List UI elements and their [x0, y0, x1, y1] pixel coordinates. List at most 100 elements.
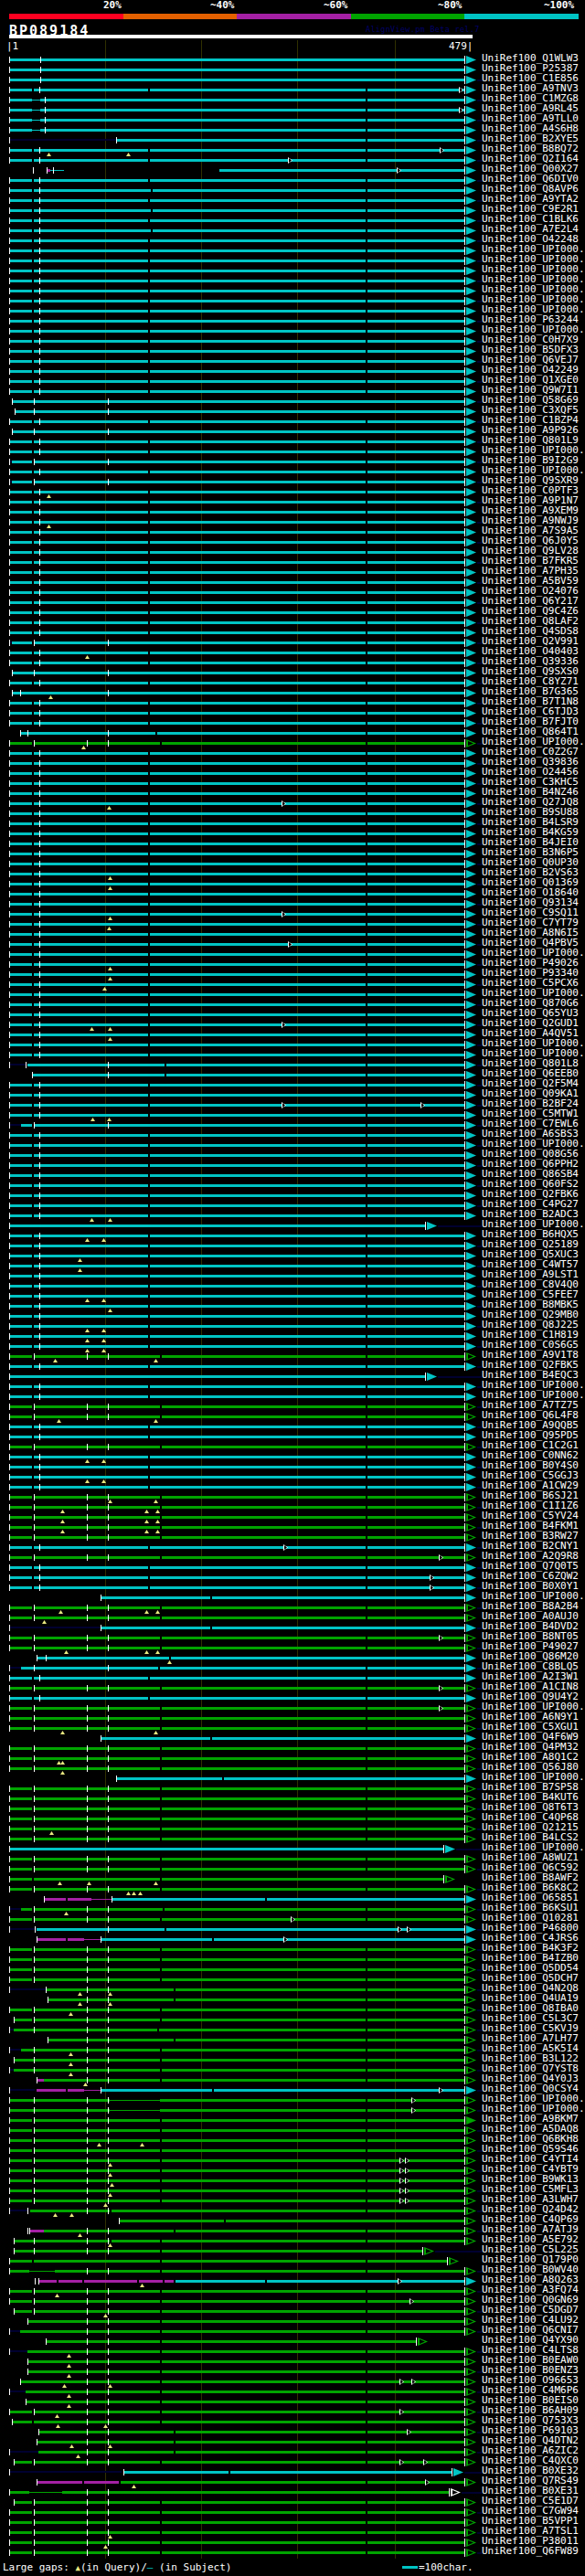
hit-bar[interactable]	[9, 1697, 464, 1700]
hit-bar[interactable]	[38, 2431, 464, 2433]
hit-bar[interactable]	[9, 119, 32, 122]
hit-bar[interactable]	[9, 1928, 35, 1930]
hit-bar[interactable]	[160, 2109, 464, 2112]
hit-bar[interactable]	[9, 2491, 29, 2494]
hit-bar[interactable]	[9, 682, 464, 684]
hit-bar[interactable]	[9, 1144, 464, 1147]
hit-bar[interactable]	[44, 2079, 464, 2082]
hit-bar[interactable]	[9, 189, 464, 192]
hit-bar[interactable]	[9, 802, 464, 805]
hit-bar[interactable]	[30, 2210, 464, 2212]
hit-bar[interactable]	[27, 2370, 464, 2373]
hit-bar[interactable]	[9, 1154, 464, 1157]
hit-bar[interactable]	[9, 2260, 447, 2263]
hit-bar[interactable]	[121, 2481, 464, 2484]
hit-bar[interactable]	[9, 1838, 464, 1840]
hit-bar[interactable]	[9, 2089, 35, 2091]
hit-bar[interactable]	[9, 1405, 464, 1408]
hit-bar[interactable]	[9, 1134, 464, 1137]
hit-bar[interactable]	[9, 1023, 464, 1026]
hit-bar[interactable]	[38, 2451, 464, 2454]
hit-bar[interactable]	[116, 139, 464, 142]
hit-bar[interactable]	[101, 1627, 464, 1629]
hit-bar[interactable]	[9, 1245, 464, 1247]
hit-bar[interactable]	[14, 2501, 464, 2504]
hit-bar[interactable]	[9, 631, 464, 634]
hit-bar[interactable]	[9, 1094, 464, 1097]
hit-bar-thin-gap[interactable]	[32, 100, 40, 101]
hit-bar[interactable]	[9, 1506, 464, 1509]
hit-bar[interactable]	[9, 370, 464, 373]
hit-bar[interactable]	[9, 2330, 20, 2332]
hit-bar[interactable]	[40, 99, 464, 101]
hit-bar[interactable]	[9, 2541, 464, 2544]
hit-bar[interactable]	[29, 2230, 44, 2232]
hit-bar[interactable]	[14, 2019, 464, 2021]
hit-bar[interactable]	[26, 2390, 464, 2393]
hit-bar[interactable]	[55, 2270, 464, 2273]
hit-bar[interactable]	[9, 1747, 464, 1750]
hit-bar[interactable]	[9, 1255, 464, 1257]
hit-bar[interactable]	[9, 2290, 464, 2293]
hit-bar[interactable]	[48, 2039, 464, 2041]
hit-bar[interactable]	[9, 290, 464, 292]
hit-bar[interactable]	[9, 350, 464, 353]
hit-bar[interactable]	[9, 1325, 464, 1328]
hit-bar[interactable]	[14, 2069, 464, 2072]
hit-bar[interactable]	[9, 1787, 464, 1790]
hit-bar[interactable]	[9, 1637, 464, 1639]
hit-bar[interactable]	[9, 973, 464, 976]
hit-bar[interactable]	[37, 1657, 464, 1659]
hit-bar[interactable]	[112, 1898, 464, 1901]
hit-bar-thin-gap[interactable]	[110, 2100, 160, 2101]
hit-bar[interactable]	[9, 1174, 464, 1177]
hit-bar[interactable]	[9, 310, 464, 313]
hit-bar[interactable]	[9, 893, 464, 896]
hit-bar[interactable]	[9, 1526, 464, 1529]
hit-bar[interactable]	[9, 913, 464, 916]
hit-bar[interactable]	[9, 1265, 464, 1267]
hit-bar[interactable]	[9, 571, 464, 574]
hit-bar[interactable]	[9, 792, 464, 795]
hit-bar[interactable]	[9, 2270, 29, 2273]
hit-bar[interactable]	[9, 832, 464, 835]
hit-bar[interactable]	[9, 521, 464, 524]
hit-bar[interactable]	[9, 1415, 464, 1418]
hit-bar[interactable]	[9, 300, 464, 302]
hit-bar[interactable]	[9, 1878, 443, 1881]
hit-row[interactable]: UniRef100_Q6FW89	[0, 2547, 585, 2557]
hit-bar[interactable]	[9, 2471, 122, 2473]
hit-bar[interactable]	[9, 782, 464, 785]
hit-bar[interactable]	[9, 1295, 464, 1298]
hit-bar[interactable]	[12, 672, 464, 674]
hit-bar-thin-gap[interactable]	[110, 2110, 160, 2111]
hit-bar[interactable]	[9, 2159, 464, 2162]
hit-bar[interactable]	[9, 883, 464, 885]
hit-bar-thin-gap[interactable]	[32, 120, 40, 121]
hit-bar[interactable]	[9, 843, 464, 845]
hit-bar[interactable]	[40, 119, 464, 122]
hit-bar[interactable]	[9, 1375, 425, 1378]
hit-bar[interactable]	[101, 1938, 464, 1941]
hit-bar[interactable]	[9, 330, 464, 333]
hit-bar[interactable]	[14, 2059, 464, 2062]
hit-bar[interactable]	[9, 541, 464, 544]
hit-bar[interactable]	[9, 923, 464, 926]
hit-bar[interactable]	[9, 1466, 464, 1468]
hit-bar[interactable]	[9, 1858, 464, 1860]
hit-bar[interactable]	[9, 2390, 26, 2392]
hit-bar[interactable]	[9, 983, 464, 986]
hit-bar[interactable]	[9, 1003, 464, 1006]
hit-bar[interactable]	[119, 2220, 464, 2222]
hit-bar[interactable]	[9, 531, 464, 534]
hit-bar-thin-gap[interactable]	[29, 2271, 55, 2272]
hit-label[interactable]: UniRef100_Q6FW89	[482, 2547, 579, 2556]
hit-bar[interactable]	[9, 863, 464, 865]
hit-bar[interactable]	[176, 2280, 464, 2283]
hit-bar[interactable]	[9, 963, 464, 966]
hit-bar[interactable]	[27, 1064, 464, 1066]
hit-bar[interactable]	[9, 1606, 464, 1609]
hit-bar[interactable]	[9, 1486, 464, 1489]
hit-bar-thin-gap[interactable]	[91, 1899, 112, 1900]
hit-bar[interactable]	[32, 1074, 464, 1076]
